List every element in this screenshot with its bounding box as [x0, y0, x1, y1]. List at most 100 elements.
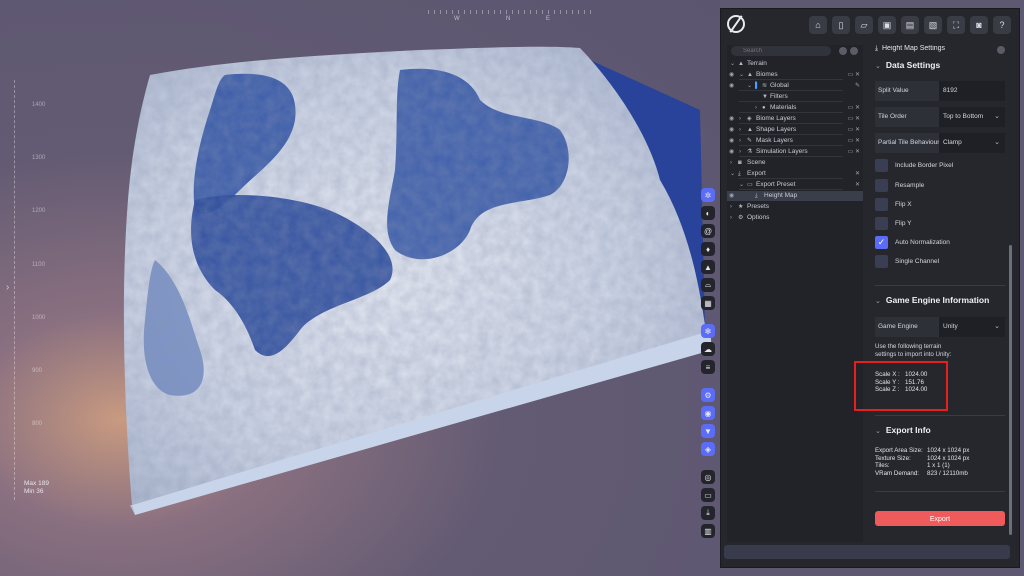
terrain-viewport[interactable]: W N E 1400 1300 1200 1100 1000 900 800 ›…: [0, 0, 720, 576]
row-actions-icon[interactable]: ▭ ✕: [848, 70, 860, 80]
max-height: Max 189: [24, 480, 49, 487]
visibility-icon[interactable]: ◉: [729, 114, 734, 124]
game-engine-section[interactable]: ⌄ Game Engine Information: [875, 295, 989, 305]
export-icon: ⤓: [875, 45, 879, 52]
row-actions-icon[interactable]: ▭ ✕: [848, 136, 860, 146]
download-icon[interactable]: ⤓: [701, 506, 715, 520]
app-panel: ⌂ ▯ ▱ ▣ ▤ ▧ ⛶ ◙ ? ⌕ ⌄▲ Terrain ◉⌄ ▲ Biom…: [720, 8, 1020, 568]
tree-item-options[interactable]: › ⚙ Options: [727, 213, 863, 223]
tree-item-biome-layers[interactable]: ◉ › ◈ Biome Layers ▭ ✕: [727, 114, 863, 124]
mountain-icon[interactable]: ▲: [701, 260, 715, 274]
ruler-tick: 900: [32, 368, 43, 374]
visibility-icon[interactable]: ◉: [729, 136, 734, 146]
row-actions-icon[interactable]: ▭ ✕: [848, 114, 860, 124]
visibility-icon[interactable]: ◉: [729, 147, 734, 157]
filter-icon[interactable]: ▼: [701, 424, 715, 438]
tile-order-select[interactable]: Top to Bottom ⌄: [939, 107, 1005, 127]
tree-item-materials[interactable]: › ● Materials ▭ ✕: [727, 103, 863, 113]
settings-title: Height Map Settings: [882, 45, 946, 52]
grid-icon[interactable]: ▦: [701, 296, 715, 310]
tile-order-field: Tile Order Top to Bottom ⌄: [875, 107, 1005, 127]
tree-item-presets[interactable]: › ★ Presets: [727, 202, 863, 212]
home-icon[interactable]: ⌂: [809, 16, 827, 34]
tree-item-scene[interactable]: › ◙ Scene: [727, 158, 863, 168]
flame-icon[interactable]: ♦: [701, 242, 715, 256]
help-icon[interactable]: ?: [993, 16, 1011, 34]
tree-item-shape-layers[interactable]: ◉ › ▲ Shape Layers ▭ ✕: [727, 125, 863, 135]
add-icon[interactable]: ✕: [855, 180, 860, 190]
tree-item-export-preset[interactable]: ⌄ ▭ Export Preset ✕: [727, 180, 863, 190]
tree-item-terrain[interactable]: ⌄ ▲ Terrain: [727, 59, 863, 69]
tree-item-global[interactable]: ◉ ⌄ ▌ ≋ Global ✎: [727, 81, 863, 91]
camera-icon: ◙: [738, 160, 742, 166]
lines-icon[interactable]: ≡: [701, 360, 715, 374]
toolbar: ⌂ ▯ ▱ ▣ ▤ ▧ ⛶ ◙ ?: [721, 9, 1019, 39]
eye-icon[interactable]: ◉: [701, 406, 715, 420]
contrast-icon[interactable]: ◐: [701, 206, 715, 220]
game-engine-note: Use the following terrain settings to im…: [875, 343, 952, 358]
ruler-tick: 1400: [32, 102, 46, 108]
save-icon[interactable]: ▣: [878, 16, 896, 34]
game-engine-field: Game Engine Unity ⌄: [875, 317, 1005, 337]
tree-item-simulation-layers[interactable]: ◉ › ⚗ Simulation Layers ▭ ✕: [727, 147, 863, 157]
export-button[interactable]: Export: [875, 511, 1005, 526]
tree-item-mask-layers[interactable]: ◉ › ✎ Mask Layers ▭ ✕: [727, 136, 863, 146]
min-height: Min 36: [24, 488, 44, 495]
add-item-icon[interactable]: [850, 47, 858, 55]
gear-icon[interactable]: ✲: [701, 188, 715, 202]
height-min-max: Max 189 Min 36: [24, 480, 49, 496]
cloud-icon[interactable]: ☁: [701, 342, 715, 356]
data-settings-section[interactable]: ⌄ Data Settings: [875, 60, 940, 70]
tornado-icon[interactable]: @: [701, 224, 715, 238]
sun-horizon-icon[interactable]: ⌓: [701, 278, 715, 292]
checkmark-icon: ✓: [875, 236, 888, 249]
row-actions-icon[interactable]: ▭ ✕: [848, 103, 860, 113]
row-actions-icon[interactable]: ▭ ✕: [848, 147, 860, 157]
visibility-icon[interactable]: ◉: [729, 81, 734, 91]
gear-icon: ⚙: [738, 215, 744, 221]
split-value-input[interactable]: 8192: [939, 81, 1005, 101]
gears-icon[interactable]: ⚙: [701, 388, 715, 402]
compass-east: E: [546, 16, 551, 22]
tree-item-filters[interactable]: ▼ Filters: [727, 92, 863, 102]
file-icon[interactable]: ▯: [832, 16, 850, 34]
tree-item-height-map[interactable]: ◉ ⤓ Height Map: [727, 191, 863, 201]
game-engine-select[interactable]: Unity ⌄: [939, 317, 1005, 337]
fullscreen-icon[interactable]: ⛶: [947, 16, 965, 34]
ruler-tick: 1200: [32, 208, 46, 214]
chevron-down-icon: ⌄: [994, 323, 1000, 330]
search-input[interactable]: [731, 46, 831, 56]
row-actions-icon[interactable]: ▭ ✕: [848, 125, 860, 135]
add-icon[interactable]: ✕: [855, 169, 860, 179]
partial-tile-select[interactable]: Clamp ⌄: [939, 133, 1005, 153]
open-folder-icon[interactable]: ▱: [855, 16, 873, 34]
chart-icon[interactable]: ▥: [701, 524, 715, 538]
visibility-icon[interactable]: ◉: [729, 191, 734, 201]
target-icon[interactable]: ◎: [701, 470, 715, 484]
partial-tile-field: Partial Tile Behaviour Clamp ⌄: [875, 133, 1005, 153]
export-info-section[interactable]: ⌄ Export Info: [875, 425, 931, 435]
terrain-icon: ▲: [738, 61, 744, 67]
settings-scrollbar[interactable]: [1009, 245, 1012, 535]
settings-header: ⤓ Height Map Settings: [875, 45, 945, 53]
settings-info-icon[interactable]: [997, 46, 1005, 54]
edit-icon[interactable]: ✎: [855, 81, 860, 91]
collapse-all-icon[interactable]: [839, 47, 847, 55]
export-icon: ⤓: [755, 193, 758, 199]
save-export-icon[interactable]: ▧: [924, 16, 942, 34]
tree-item-export[interactable]: ⌄ ⤓ Export ✕: [727, 169, 863, 179]
snowflake-icon[interactable]: ✻: [701, 324, 715, 338]
camera-icon[interactable]: ◙: [970, 16, 988, 34]
split-value-field: Split Value 8192: [875, 81, 1005, 101]
folder-icon[interactable]: ▭: [701, 488, 715, 502]
ruler-tick: 800: [32, 421, 43, 427]
tree-item-biomes[interactable]: ◉ ⌄ ▲ Biomes ▭ ✕: [727, 70, 863, 80]
visibility-icon[interactable]: ◉: [729, 125, 734, 135]
export-info-values: Export Area Size: 1024 x 1024 px Texture …: [875, 447, 970, 477]
visibility-icon[interactable]: ◉: [729, 70, 734, 80]
save-as-icon[interactable]: ▤: [901, 16, 919, 34]
layers-icon[interactable]: ◈: [701, 442, 715, 456]
collapse-left-icon[interactable]: ›: [6, 282, 9, 293]
chevron-down-icon: ⌄: [994, 139, 1000, 146]
terrain-render[interactable]: [0, 0, 720, 576]
